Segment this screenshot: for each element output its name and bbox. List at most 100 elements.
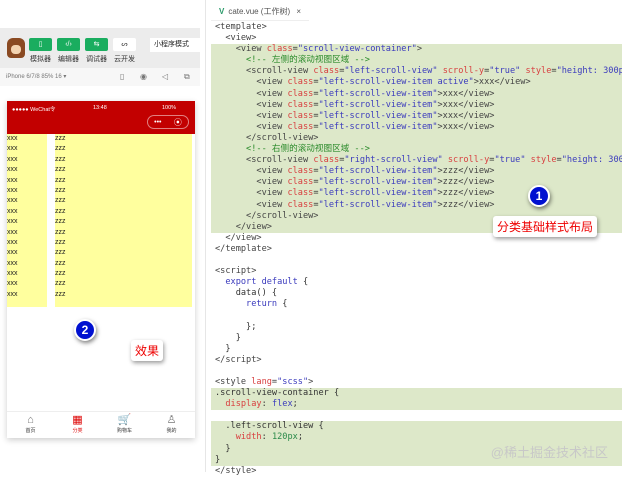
scroll-view-item[interactable]: xxx: [7, 228, 47, 238]
scroll-view-item[interactable]: zzz: [55, 134, 192, 144]
scroll-view-item[interactable]: zzz: [55, 155, 192, 165]
scroll-view-item[interactable]: xxx: [7, 165, 47, 175]
code-line: <view class="left-scroll-view-item">zzz<…: [211, 166, 622, 178]
toolbar-button-label: 编辑器: [58, 56, 79, 63]
vue-file-icon: V: [219, 7, 225, 16]
tab-label: 我的: [166, 428, 177, 434]
carrier: ●●●●● WeChat令: [12, 107, 56, 113]
avatar[interactable]: [7, 38, 25, 58]
scroll-view-item[interactable]: zzz: [55, 165, 192, 175]
scroll-view-item[interactable]: xxx: [7, 259, 47, 269]
scroll-view-item[interactable]: xxx: [7, 279, 47, 289]
scroll-view-item[interactable]: zzz: [55, 207, 192, 217]
code-token: "scss": [277, 377, 309, 387]
scroll-view-item[interactable]: xxx: [7, 134, 47, 144]
code-token: <!-- 右侧的滚动视图区域 -->: [215, 144, 370, 155]
code-token: "left-scroll-view": [344, 66, 443, 77]
phone-simulator: ●●●●● WeChat令 13:48 100% ••• ⦿ xxx xxx xxx…: [7, 101, 195, 438]
scroll-view-item[interactable]: xxx: [7, 186, 47, 196]
device-select[interactable]: iPhone 6/7/8 85% 16 ▾: [6, 74, 66, 80]
tab-2[interactable]: 🛒 购物车: [101, 412, 148, 438]
code-token: :: [261, 399, 272, 410]
code-line: .scroll-view-container {: [211, 388, 622, 400]
code-editor: Vcate.vue (工作树) × <template> <view> <vie…: [205, 0, 622, 476]
code-token: ;: [297, 432, 303, 443]
code-token: "left-scroll-view-item active": [318, 77, 474, 88]
code-token: <view: [215, 110, 288, 121]
volume-icon[interactable]: ◁: [162, 68, 168, 86]
scroll-view-item[interactable]: xxx: [7, 196, 47, 206]
scroll-view-item[interactable]: xxx: [7, 207, 47, 217]
scroll-view-item[interactable]: zzz: [55, 279, 192, 289]
scroll-view-item[interactable]: xxx: [7, 290, 47, 300]
scroll-view-item[interactable]: zzz: [55, 228, 192, 238]
close-mini-program-icon[interactable]: ⦿: [174, 117, 182, 128]
tab-0[interactable]: ⌂ 首页: [7, 412, 54, 438]
scroll-view-item[interactable]: xxx: [7, 217, 47, 227]
code-token: <view: [215, 77, 288, 88]
scroll-view-item[interactable]: zzz: [55, 186, 192, 196]
code-button[interactable]: ‹/›: [57, 38, 80, 51]
code-token: "right-scroll-view": [344, 155, 448, 166]
scroll-view-item[interactable]: zzz: [55, 248, 192, 258]
code-token: <!-- 左侧的滚动视图区域 -->: [215, 55, 370, 66]
device-rotate-icon[interactable]: ▯: [120, 68, 124, 86]
scroll-view-item[interactable]: xxx: [7, 176, 47, 186]
cloud-button[interactable]: ᔕ: [113, 38, 136, 51]
home-icon: ⌂: [27, 414, 34, 426]
scroll-view-item[interactable]: xxx: [7, 238, 47, 248]
code-token: export default: [215, 277, 303, 288]
scroll-view-item[interactable]: zzz: [55, 144, 192, 154]
devtools-toolbar: ▯ 模拟器 ‹/› 编辑器 ⇆ 调试器 ᔕ 云开发 小程序模式: [0, 28, 200, 68]
more-icon[interactable]: •••: [154, 119, 161, 126]
code-token: "height: 300px": [561, 155, 622, 166]
code-token: ;: [292, 399, 298, 410]
code-line: }: [211, 344, 622, 355]
scroll-view-item[interactable]: xxx: [7, 248, 47, 258]
capsule-menu: ••• ⦿: [147, 115, 189, 129]
right-scroll-view[interactable]: zzz zzz zzz zzz zzz zzz zzz zzz zzz zzz zzz zzz zzz z…: [55, 134, 192, 307]
scroll-view-item[interactable]: zzz: [55, 290, 192, 300]
scroll-view-item[interactable]: xxx: [7, 144, 47, 154]
scroll-view-item[interactable]: zzz: [55, 217, 192, 227]
detach-window-icon[interactable]: ⧉: [184, 68, 190, 86]
code-line: display: flex;: [211, 399, 622, 411]
code-token: }: [215, 454, 221, 465]
scroll-view-item[interactable]: zzz: [55, 238, 192, 248]
annotation-badge-2: 2: [74, 319, 96, 341]
code-line: <view class="left-scroll-view-item">xxx<…: [211, 121, 622, 133]
code-line: <scroll-view class="right-scroll-view" s…: [211, 155, 622, 167]
tab-1[interactable]: ▦ 分类: [54, 412, 101, 438]
battery: 100%: [162, 105, 177, 111]
file-tab[interactable]: Vcate.vue (工作树) ×: [211, 2, 310, 21]
phone-button[interactable]: ▯: [29, 38, 52, 51]
code-token: display: [215, 399, 262, 410]
code-line: <view class="left-scroll-view-item">zzz<…: [211, 177, 622, 189]
scroll-view-item[interactable]: zzz: [55, 269, 192, 279]
watermark: @稀土掘金技术社区: [490, 445, 608, 460]
debug-button[interactable]: ⇆: [85, 38, 108, 51]
code-line: </scroll-view>: [211, 132, 622, 145]
code-token: <view: [215, 121, 288, 132]
tab-3[interactable]: ♙ 我的: [148, 412, 195, 438]
scroll-view-item[interactable]: xxx: [7, 155, 47, 165]
code-token: "left-scroll-view-item": [318, 177, 438, 188]
code-token: "left-scroll-view-item": [318, 121, 438, 132]
code-token: style: [525, 66, 552, 77]
code-token: >zzz</view>: [437, 166, 495, 177]
scroll-view-item[interactable]: zzz: [55, 196, 192, 206]
mode-select[interactable]: 小程序模式: [150, 38, 200, 52]
code-line: </script>: [211, 355, 622, 366]
code-area[interactable]: <template> <view> <view class="scroll-vi…: [211, 22, 622, 477]
code-line: <view class="left-scroll-view-item activ…: [211, 77, 622, 89]
code-token: "left-scroll-view-item": [318, 166, 438, 177]
annotation-note-2: 效果: [131, 340, 164, 361]
scroll-view-item[interactable]: zzz: [55, 176, 192, 186]
record-icon[interactable]: ◉: [140, 68, 147, 86]
scroll-view-item[interactable]: xxx: [7, 269, 47, 279]
scroll-view-item[interactable]: zzz: [55, 259, 192, 269]
annotation-note-1: 分类基础样式布局: [493, 216, 598, 237]
close-tab-icon[interactable]: ×: [296, 7, 301, 16]
code-token: >xxx</view>: [473, 77, 531, 88]
left-scroll-view[interactable]: xxx xxx xxx xxx xxx xxx xxx xxx xxx xxx xxx xxx xxx x…: [7, 134, 47, 307]
